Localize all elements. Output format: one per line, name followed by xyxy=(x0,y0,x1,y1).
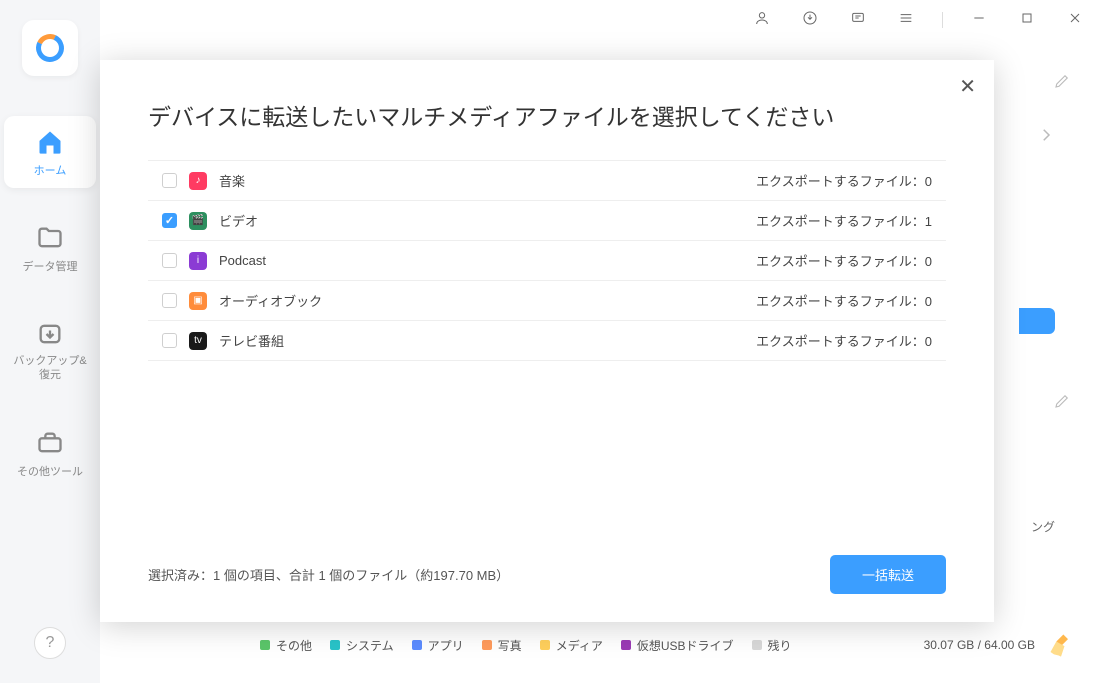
file-row[interactable]: 🎬 ビデオエクスポートするファイル：1 xyxy=(148,201,946,241)
close-icon xyxy=(1067,10,1083,26)
nav-label: その他ツール xyxy=(17,463,83,479)
legend-label: システム xyxy=(346,637,394,654)
file-name: テレビ番組 xyxy=(219,331,744,350)
legend-swatch xyxy=(752,640,762,650)
legend-item: アプリ xyxy=(412,637,464,654)
file-list: ♪音楽エクスポートするファイル：0🎬ビデオエクスポートするファイル：1iPodc… xyxy=(148,160,946,361)
nav-tools[interactable]: その他ツール xyxy=(4,417,96,489)
truncated-label: ング xyxy=(1031,518,1055,535)
help-button[interactable]: ? xyxy=(34,627,66,659)
file-count: エクスポートするファイル：0 xyxy=(756,291,932,310)
legend-swatch xyxy=(330,640,340,650)
legend-label: 写真 xyxy=(498,637,522,654)
checkbox[interactable] xyxy=(162,293,177,308)
nav-label: ホーム xyxy=(34,162,67,178)
nav-home[interactable]: ホーム xyxy=(4,116,96,188)
storage-legend: その他 システム アプリ 写真 メディア 仮想USBドライブ 残り xyxy=(260,637,912,654)
legend-item: メディア xyxy=(540,637,603,654)
close-button[interactable] xyxy=(1063,6,1087,35)
legend-swatch xyxy=(260,640,270,650)
file-type-icon: ▣ xyxy=(189,292,207,310)
checkbox[interactable] xyxy=(162,173,177,188)
nav-label: データ管理 xyxy=(23,258,78,274)
titlebar xyxy=(100,0,1095,40)
next-button[interactable] xyxy=(1037,126,1055,149)
maximize-icon xyxy=(1019,10,1035,26)
minimize-button[interactable] xyxy=(967,6,991,35)
legend-swatch xyxy=(482,640,492,650)
storage-bar: その他 システム アプリ 写真 メディア 仮想USBドライブ 残り 30.07 GB / 6… xyxy=(260,631,1075,659)
file-count: エクスポートするファイル：0 xyxy=(756,171,932,190)
app-logo xyxy=(22,20,78,76)
download-button[interactable] xyxy=(798,6,822,35)
modal-summary: 選択済み：1 個の項目、合計 1 個のファイル（約197.70 MB） xyxy=(148,565,509,584)
storage-text: 30.07 GB / 64.00 GB xyxy=(924,638,1035,652)
file-row[interactable]: i Podcast エクスポートするファイル：0 xyxy=(148,241,946,281)
menu-icon xyxy=(898,10,914,26)
transfer-modal: ✕ デバイスに転送したいマルチメディアファイルを選択してください ♪音楽エクスポ… xyxy=(100,60,994,622)
file-type-icon: 🎬 xyxy=(189,212,207,230)
file-row[interactable]: ▣ オーディオブックエクスポートするファイル：0 xyxy=(148,281,946,321)
backup-icon xyxy=(36,320,64,348)
nav-backup[interactable]: バックアップ& 復元 xyxy=(4,308,96,393)
checkbox[interactable] xyxy=(162,213,177,228)
account-button[interactable] xyxy=(750,6,774,35)
cleanup-icon[interactable] xyxy=(1047,631,1075,659)
transfer-button[interactable]: 一括転送 xyxy=(830,555,946,594)
feedback-button[interactable] xyxy=(846,6,870,35)
nav-data[interactable]: データ管理 xyxy=(4,212,96,284)
modal-footer: 選択済み：1 個の項目、合計 1 個のファイル（約197.70 MB） 一括転送 xyxy=(148,555,946,594)
folder-icon xyxy=(36,224,64,252)
nav-label: バックアップ& 復元 xyxy=(13,354,86,383)
panel-edge xyxy=(1019,308,1055,334)
file-type-icon: i xyxy=(189,252,207,270)
edit-icon[interactable] xyxy=(1053,72,1071,90)
legend-label: その他 xyxy=(276,637,312,654)
file-row[interactable]: tv テレビ番組エクスポートするファイル：0 xyxy=(148,321,946,361)
file-type-icon: tv xyxy=(189,332,207,350)
modal-title: デバイスに転送したいマルチメディアファイルを選択してください xyxy=(100,60,994,160)
legend-item: 残り xyxy=(752,637,792,654)
download-icon xyxy=(802,10,818,26)
file-count: エクスポートするファイル：0 xyxy=(756,331,932,350)
file-count: エクスポートするファイル：1 xyxy=(756,211,932,230)
file-type-icon: ♪ xyxy=(189,172,207,190)
file-count: エクスポートするファイル：0 xyxy=(756,251,932,270)
file-name: Podcast xyxy=(219,253,744,268)
legend-swatch xyxy=(412,640,422,650)
legend-label: 仮想USBドライブ xyxy=(637,637,734,654)
legend-label: メディア xyxy=(556,637,603,654)
legend-item: 仮想USBドライブ xyxy=(621,637,734,654)
toolbox-icon xyxy=(36,429,64,457)
file-name: ビデオ xyxy=(219,211,744,230)
checkbox[interactable] xyxy=(162,333,177,348)
legend-swatch xyxy=(621,640,631,650)
chevron-right-icon xyxy=(1037,126,1055,144)
legend-item: 写真 xyxy=(482,637,522,654)
checkbox[interactable] xyxy=(162,253,177,268)
file-name: オーディオブック xyxy=(219,291,744,310)
legend-item: システム xyxy=(330,637,394,654)
titlebar-divider xyxy=(942,12,943,28)
legend-label: アプリ xyxy=(428,637,464,654)
menu-button[interactable] xyxy=(894,6,918,35)
feedback-icon xyxy=(850,10,866,26)
legend-item: その他 xyxy=(260,637,312,654)
modal-close-button[interactable]: ✕ xyxy=(959,74,976,99)
sidebar: ホーム データ管理 バックアップ& 復元 その他ツール ? xyxy=(0,0,100,683)
file-row[interactable]: ♪ 音楽エクスポートするファイル：0 xyxy=(148,161,946,201)
file-name: 音楽 xyxy=(219,171,744,190)
user-icon xyxy=(754,10,770,26)
home-icon xyxy=(36,128,64,156)
edit-icon[interactable] xyxy=(1053,392,1071,410)
legend-swatch xyxy=(540,640,550,650)
maximize-button[interactable] xyxy=(1015,6,1039,35)
minimize-icon xyxy=(971,10,987,26)
legend-label: 残り xyxy=(768,637,792,654)
